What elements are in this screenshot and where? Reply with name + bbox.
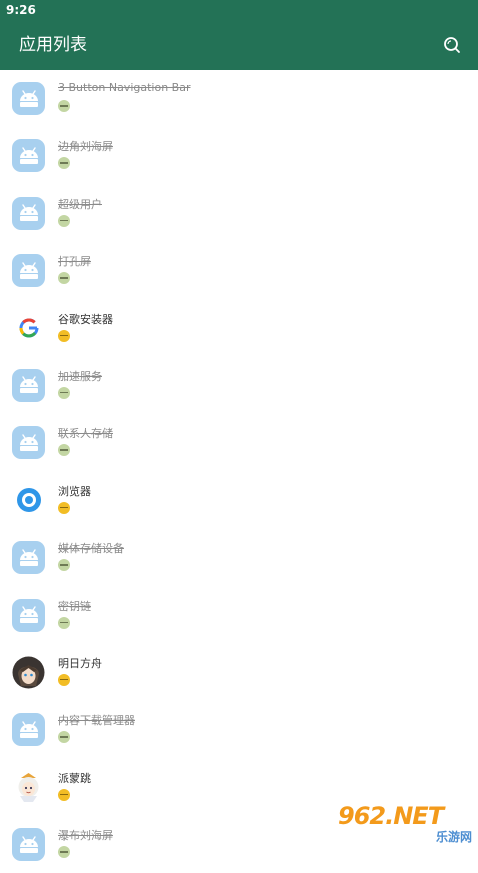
app-name: 打孔屏 (58, 255, 91, 269)
app-name: 加速服务 (58, 369, 102, 383)
list-item[interactable]: 谷歌安装器 (0, 300, 478, 357)
app-name: 瀑布刘海屏 (58, 829, 113, 843)
app-name: 谷歌安装器 (58, 312, 113, 326)
list-item[interactable]: 加速服务 (0, 357, 478, 414)
app-name: 媒体存储设备 (58, 542, 124, 556)
disabled-status-icon (58, 731, 70, 744)
disabled-status-icon (58, 157, 70, 170)
disabled-status-icon (58, 559, 70, 572)
browser-icon (12, 483, 45, 517)
list-item[interactable]: 媒体存储设备 (0, 529, 478, 586)
status-bar: 9:26 (0, 0, 478, 20)
watermark-subtext: 乐游网 (435, 830, 472, 844)
disabled-status-icon (58, 846, 70, 859)
enabled-status-icon (58, 501, 70, 514)
enabled-status-icon (58, 673, 70, 686)
app-name: 派蒙跳 (58, 771, 91, 785)
arknights-icon (12, 655, 45, 689)
app-name: 边角刘海屏 (58, 140, 113, 154)
list-item[interactable]: 浏览器 (0, 472, 478, 529)
list-item[interactable]: 密钥链 (0, 587, 478, 644)
list-item[interactable]: 内容下载管理器 (0, 701, 478, 758)
watermark-logo: 962.NET 乐游网 (338, 802, 474, 844)
paimon-icon (12, 770, 45, 804)
list-item[interactable]: 明日方舟 (0, 644, 478, 701)
status-time: 9:26 (6, 3, 36, 17)
android-icon (12, 139, 45, 173)
list-item[interactable]: 打孔屏 (0, 242, 478, 299)
app-list: 3 Button Navigation Bar 边角刘海屏超级用户打孔屏谷歌安装器… (0, 70, 478, 873)
watermark-text: 962.NET (338, 802, 444, 830)
list-item[interactable]: 超级用户 (0, 185, 478, 242)
android-icon (12, 254, 45, 288)
app-name: 3 Button Navigation Bar (58, 81, 191, 94)
page-title: 应用列表 (19, 35, 87, 55)
android-icon (12, 828, 45, 862)
android-icon (12, 598, 45, 632)
android-icon (12, 82, 45, 115)
android-icon (12, 196, 45, 230)
search-icon (444, 37, 460, 53)
app-bar: 应用列表 (0, 20, 478, 70)
android-icon (12, 713, 45, 747)
android-icon (12, 368, 45, 402)
list-item[interactable]: 边角刘海屏 (0, 127, 478, 184)
app-name: 密钥链 (58, 599, 91, 613)
android-icon (12, 541, 45, 575)
app-name: 浏览器 (58, 484, 91, 498)
app-name: 超级用户 (58, 197, 102, 211)
disabled-status-icon (58, 616, 70, 629)
app-name: 联系人存储 (58, 427, 113, 441)
google-icon (12, 311, 45, 345)
enabled-status-icon (58, 329, 70, 342)
disabled-status-icon (58, 214, 70, 227)
disabled-status-icon (58, 100, 70, 112)
list-item[interactable]: 3 Button Navigation Bar (0, 70, 478, 127)
app-name: 明日方舟 (58, 656, 102, 670)
disabled-status-icon (58, 386, 70, 399)
disabled-status-icon (58, 272, 70, 285)
app-name: 内容下载管理器 (58, 714, 135, 728)
search-button[interactable] (440, 33, 464, 57)
enabled-status-icon (58, 788, 70, 801)
list-item[interactable]: 联系人存储 (0, 414, 478, 471)
android-icon (12, 426, 45, 460)
disabled-status-icon (58, 444, 70, 457)
